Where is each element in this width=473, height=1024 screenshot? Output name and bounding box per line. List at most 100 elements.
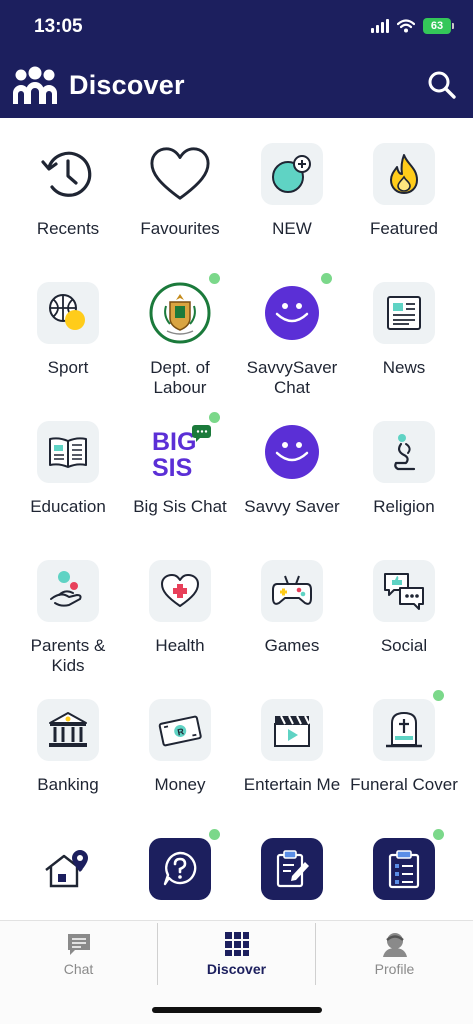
tile-house-location[interactable] <box>12 838 124 914</box>
profile-icon <box>382 933 407 957</box>
page-title: Discover <box>69 70 185 100</box>
tile-icon <box>37 143 99 205</box>
flame-icon <box>390 154 418 194</box>
tile-education[interactable]: Education <box>12 421 124 517</box>
tile-label: Dept. of Labour <box>150 358 210 397</box>
savvy-saver-logo <box>265 286 319 340</box>
svg-text:SIS: SIS <box>152 454 192 482</box>
tile-dept-of-labour[interactable]: Dept. of Labour <box>124 273 236 398</box>
tab-chat[interactable]: Chat <box>0 923 157 985</box>
tile-label: Health <box>155 636 205 655</box>
clapperboard-icon <box>274 715 310 747</box>
status-time: 13:05 <box>34 16 83 37</box>
battery-icon: 63 <box>423 18 454 34</box>
home-indicator[interactable] <box>152 1007 322 1013</box>
coat-of-arms-icon <box>149 282 211 344</box>
svg-text:BIG: BIG <box>152 428 196 456</box>
parent-child-icon <box>50 571 82 607</box>
tab-profile[interactable]: Profile <box>316 923 473 985</box>
checklist-icon <box>388 850 420 889</box>
tile-label: Featured <box>369 219 439 238</box>
tile-entertain-me[interactable]: Entertain Me <box>236 699 348 795</box>
bank-icon <box>49 712 87 747</box>
tile-label: SavvySaver Chat <box>246 358 338 397</box>
tile-icon <box>261 838 323 900</box>
newspaper-icon <box>387 296 421 330</box>
tile-label: Recents <box>36 219 100 238</box>
tile-label: Funeral Cover <box>350 775 458 794</box>
tile-icon <box>261 560 323 622</box>
tile-icon <box>37 560 99 622</box>
tile-games[interactable]: Games <box>236 560 348 656</box>
savvy-saver-logo <box>265 425 319 479</box>
gravestone-icon <box>386 711 422 748</box>
tile-label: NEW <box>272 219 312 238</box>
tile-icon <box>37 838 99 900</box>
gamepad-icon <box>272 575 312 605</box>
search-icon[interactable] <box>427 70 457 100</box>
tile-label: Sport <box>47 358 89 377</box>
heart-icon <box>150 147 210 200</box>
tile-icon <box>37 282 99 344</box>
tile-label: Money <box>154 775 206 794</box>
tile-savvy-saver[interactable]: Savvy Saver <box>236 421 348 517</box>
new-indicator-dot <box>209 412 220 423</box>
new-indicator-dot <box>433 829 444 840</box>
tile-social[interactable]: Social <box>348 560 460 656</box>
new-indicator-dot <box>321 273 332 284</box>
new-indicator-dot <box>209 829 220 840</box>
chat-icon <box>67 934 90 955</box>
tile-label: Banking <box>37 775 99 794</box>
open-book-icon <box>49 437 87 468</box>
tile-label: Education <box>30 497 106 516</box>
banknote-icon: R <box>158 715 202 747</box>
tab-label: Chat <box>63 961 94 977</box>
tile-icon <box>261 699 323 761</box>
tile-icon <box>149 143 211 205</box>
tile-icon <box>373 421 435 483</box>
tile-icon <box>149 273 220 344</box>
tile-icon <box>261 273 332 344</box>
tile-label: Big Sis Chat <box>133 497 227 516</box>
tile-label: Savvy Saver <box>244 497 340 516</box>
grid-icon <box>224 932 249 956</box>
tile-icon <box>149 560 211 622</box>
tile-checklist[interactable] <box>348 829 460 914</box>
discover-grid: Recents Favourites NEW Featured Sport De… <box>0 118 473 918</box>
tile-funeral-cover[interactable]: Funeral Cover <box>348 690 460 795</box>
tile-money[interactable]: R Money <box>124 699 236 795</box>
tile-icon: R <box>149 699 211 761</box>
wifi-icon <box>397 19 415 33</box>
chat-bubbles-icon <box>384 573 424 610</box>
tile-recents[interactable]: Recents <box>12 143 124 239</box>
tile-label: News <box>382 358 426 377</box>
new-bubble-icon <box>272 155 311 193</box>
big-sis-logo: BIG SIS <box>152 425 211 482</box>
health-heart-icon <box>161 574 199 607</box>
tile-icon <box>373 560 435 622</box>
tile-savvysaver-chat[interactable]: SavvySaver Chat <box>236 273 348 398</box>
tile-icon <box>149 829 220 900</box>
tile-health[interactable]: Health <box>124 560 236 656</box>
tile-icon <box>37 699 99 761</box>
tile-favourites[interactable]: Favourites <box>124 143 236 239</box>
tab-discover[interactable]: Discover <box>158 923 315 985</box>
tile-religion[interactable]: Religion <box>348 421 460 517</box>
tile-banking[interactable]: Banking <box>12 699 124 795</box>
tile-icon <box>373 690 444 761</box>
tile-parents-kids[interactable]: Parents & Kids <box>12 560 124 676</box>
tile-sport[interactable]: Sport <box>12 282 124 378</box>
tile-icon <box>37 421 99 483</box>
tile-new[interactable]: NEW <box>236 143 348 239</box>
tile-featured[interactable]: Featured <box>348 143 460 239</box>
tile-label: Entertain Me <box>243 775 341 794</box>
tile-help[interactable] <box>124 829 236 914</box>
praying-icon <box>394 434 416 471</box>
status-icons: 63 <box>371 18 454 34</box>
tile-forms[interactable] <box>236 838 348 914</box>
tile-label: Parents & Kids <box>30 636 106 675</box>
tile-icon <box>373 282 435 344</box>
tile-big-sis-chat[interactable]: BIG SIS Big Sis Chat <box>124 412 236 517</box>
tile-news[interactable]: News <box>348 282 460 378</box>
tile-icon <box>261 143 323 205</box>
